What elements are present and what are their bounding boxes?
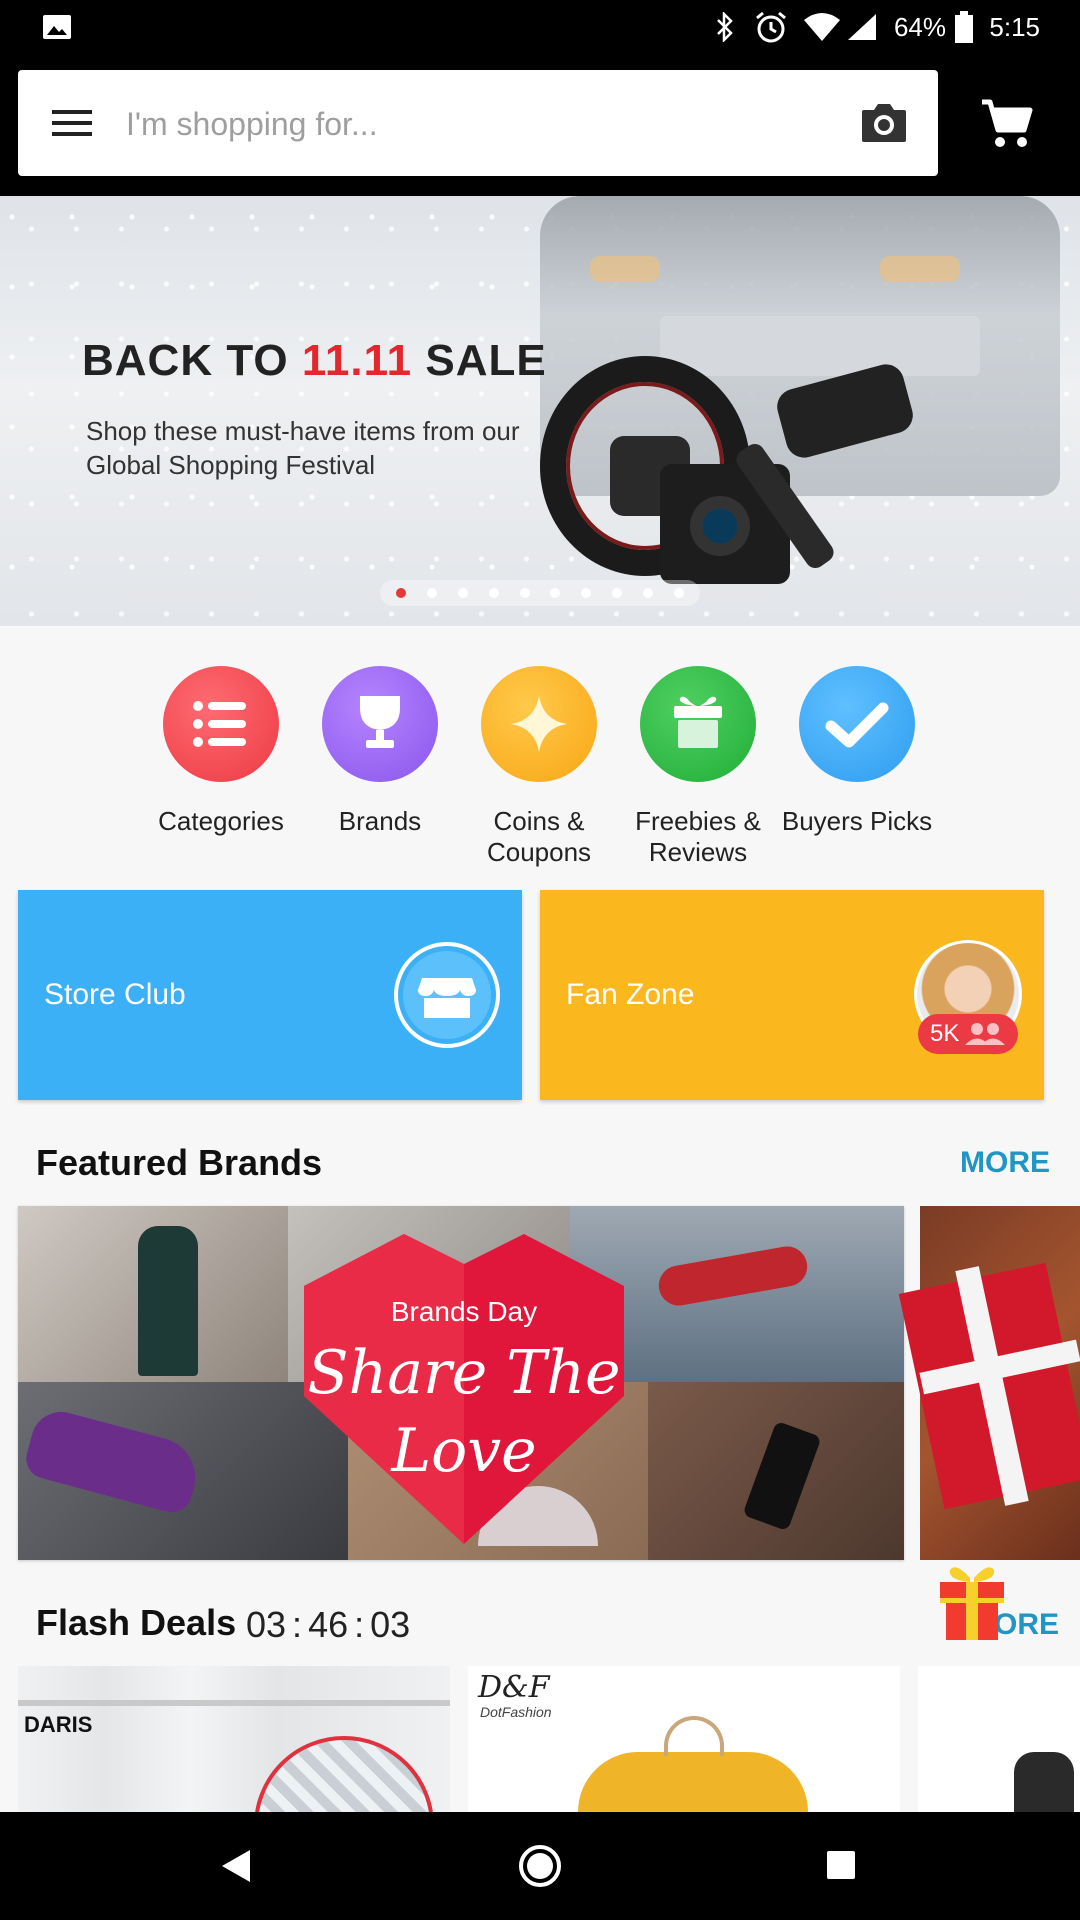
alarm-icon — [756, 11, 786, 43]
fan-count: 5K — [930, 1020, 960, 1047]
quick-link-brands[interactable]: Brands — [300, 666, 460, 837]
carousel-dot[interactable] — [457, 588, 468, 598]
app-header: I'm shopping for... — [0, 54, 1080, 196]
quick-link-label: Brands — [338, 806, 422, 836]
quick-links: Categories Brands Coins & Coupons Freebi… — [0, 626, 1080, 888]
signal-icon — [848, 14, 876, 40]
status-bar: 64% 5:15 — [0, 0, 1080, 54]
quick-link-coins-coupons[interactable]: Coins & Coupons — [459, 666, 619, 868]
camera-icon[interactable] — [860, 100, 908, 144]
brands-day-headline-1: Share The — [307, 1338, 621, 1408]
featured-brands-title: Featured Brands — [36, 1142, 323, 1183]
carousel-indicator[interactable] — [380, 580, 700, 606]
carousel-dot[interactable] — [396, 588, 407, 598]
trophy-icon — [322, 666, 438, 782]
wifi-icon — [804, 13, 840, 41]
carousel-dot[interactable] — [427, 588, 438, 598]
clock: 5:15 — [989, 12, 1040, 42]
flash-deals-countdown: 03:46:03 — [246, 1604, 410, 1646]
system-nav-bar — [0, 1812, 1080, 1920]
battery-percent: 64% — [893, 12, 946, 42]
brand-card-gift[interactable] — [898, 1206, 1080, 1560]
flash-deal-item[interactable]: DARIS — [18, 1666, 450, 1812]
sparkle-icon — [481, 666, 597, 782]
store-club-card[interactable]: Store Club — [18, 890, 522, 1100]
carousel-dot[interactable] — [550, 588, 561, 598]
search-input[interactable]: I'm shopping for... — [126, 106, 378, 143]
flash-deal-item[interactable] — [918, 1666, 1080, 1812]
floating-gift-icon[interactable] — [936, 1562, 1008, 1644]
recents-icon[interactable] — [826, 1850, 856, 1880]
fan-count-badge: 5K — [918, 1014, 1018, 1054]
brand-logo-sub: DotFashion — [480, 1704, 552, 1720]
quick-link-label: Categories — [158, 806, 284, 836]
quick-link-buyers-picks[interactable]: Buyers Picks — [777, 666, 937, 837]
store-icon — [394, 942, 500, 1048]
flash-deals-title: Flash Deals — [36, 1602, 237, 1643]
countdown-hours: 03 — [246, 1604, 287, 1645]
fan-zone-label: Fan Zone — [566, 978, 695, 1011]
flash-deal-item[interactable]: D&F DotFashion — [468, 1666, 900, 1812]
quick-link-label: Buyers Picks — [781, 806, 933, 836]
quick-link-categories[interactable]: Categories — [141, 666, 301, 837]
fan-zone-card[interactable]: Fan Zone 5K — [540, 890, 1044, 1100]
quick-link-label: Freebies & Reviews — [635, 806, 761, 867]
check-icon — [799, 666, 915, 782]
quick-link-freebies-reviews[interactable]: Freebies & Reviews — [618, 666, 778, 868]
gift-icon — [640, 666, 756, 782]
back-icon[interactable] — [220, 1848, 252, 1884]
sweater-image — [578, 1752, 808, 1812]
carousel-dot[interactable] — [611, 588, 622, 598]
countdown-separator: : — [354, 1604, 365, 1645]
promo-banner[interactable]: BACK TO 11.11 SALE Shop these must-have … — [0, 196, 1080, 626]
banner-subtitle: Shop these must-have items from our Glob… — [86, 416, 520, 480]
carousel-dot[interactable] — [642, 588, 653, 598]
bluetooth-icon — [717, 12, 733, 42]
brands-day-kicker: Brands Day — [390, 1296, 538, 1327]
quick-link-label: Coins & Coupons — [486, 806, 592, 867]
carousel-dot[interactable] — [673, 588, 684, 598]
carousel-dot[interactable] — [519, 588, 530, 598]
menu-icon[interactable] — [50, 108, 94, 138]
store-club-label: Store Club — [44, 978, 186, 1011]
home-icon[interactable] — [518, 1844, 562, 1888]
carousel-dot[interactable] — [581, 588, 592, 598]
countdown-seconds: 03 — [370, 1604, 411, 1645]
battery-icon — [955, 11, 973, 43]
carousel-dot[interactable] — [488, 588, 499, 598]
featured-brands-more-link[interactable]: MORE — [960, 1146, 1050, 1180]
banner-title: BACK TO 11.11 SALE — [82, 336, 547, 385]
group-icon — [965, 1023, 1006, 1045]
cart-icon[interactable] — [980, 98, 1034, 150]
brands-day-headline-2: Love — [391, 1416, 537, 1486]
brands-day-banner[interactable]: Brands Day Share The Love — [18, 1206, 904, 1560]
list-icon — [163, 666, 279, 782]
brand-logo: D&F — [478, 1670, 550, 1705]
brand-logo: DARIS — [24, 1712, 93, 1737]
image-icon — [43, 15, 71, 39]
countdown-minutes: 46 — [308, 1604, 349, 1645]
search-bar[interactable]: I'm shopping for... — [18, 70, 938, 176]
countdown-separator: : — [292, 1604, 303, 1645]
